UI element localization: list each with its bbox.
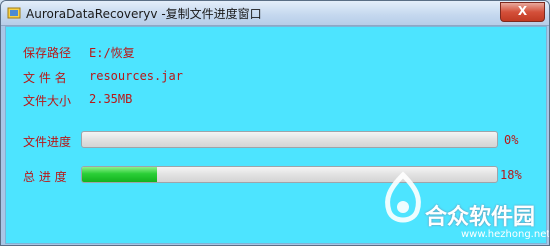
file-progress-percent: 0%	[504, 133, 519, 147]
window-title: AuroraDataRecoveryv -复制文件进度窗口	[26, 7, 262, 21]
save-path-value: E:/恢复	[89, 46, 135, 60]
close-icon: X	[517, 4, 528, 18]
file-progress-label: 文件进度	[23, 135, 72, 149]
file-name-value: resources.jar	[89, 69, 183, 83]
total-progress-label: 总 进 度	[23, 170, 67, 184]
watermark: 合众软件园 www.hezhong.net	[379, 163, 549, 245]
watermark-logo-icon	[385, 171, 421, 223]
file-progress-bar	[81, 131, 498, 148]
total-progress-fill	[82, 167, 157, 182]
save-path-label: 保存路径	[23, 46, 72, 60]
file-size-value: 2.35MB	[89, 92, 133, 106]
title-bar[interactable]: AuroraDataRecoveryv -复制文件进度窗口 X	[1, 1, 549, 26]
close-button[interactable]: X	[500, 2, 545, 22]
file-name-label: 文 件 名	[23, 71, 67, 85]
app-icon	[7, 7, 21, 19]
watermark-brand: 合众软件园	[425, 205, 536, 230]
file-size-label: 文件大小	[23, 94, 72, 108]
watermark-url: www.hezhong.net	[461, 229, 550, 240]
copy-progress-window: AuroraDataRecoveryv -复制文件进度窗口 X 保存路径 E:/…	[0, 0, 550, 246]
